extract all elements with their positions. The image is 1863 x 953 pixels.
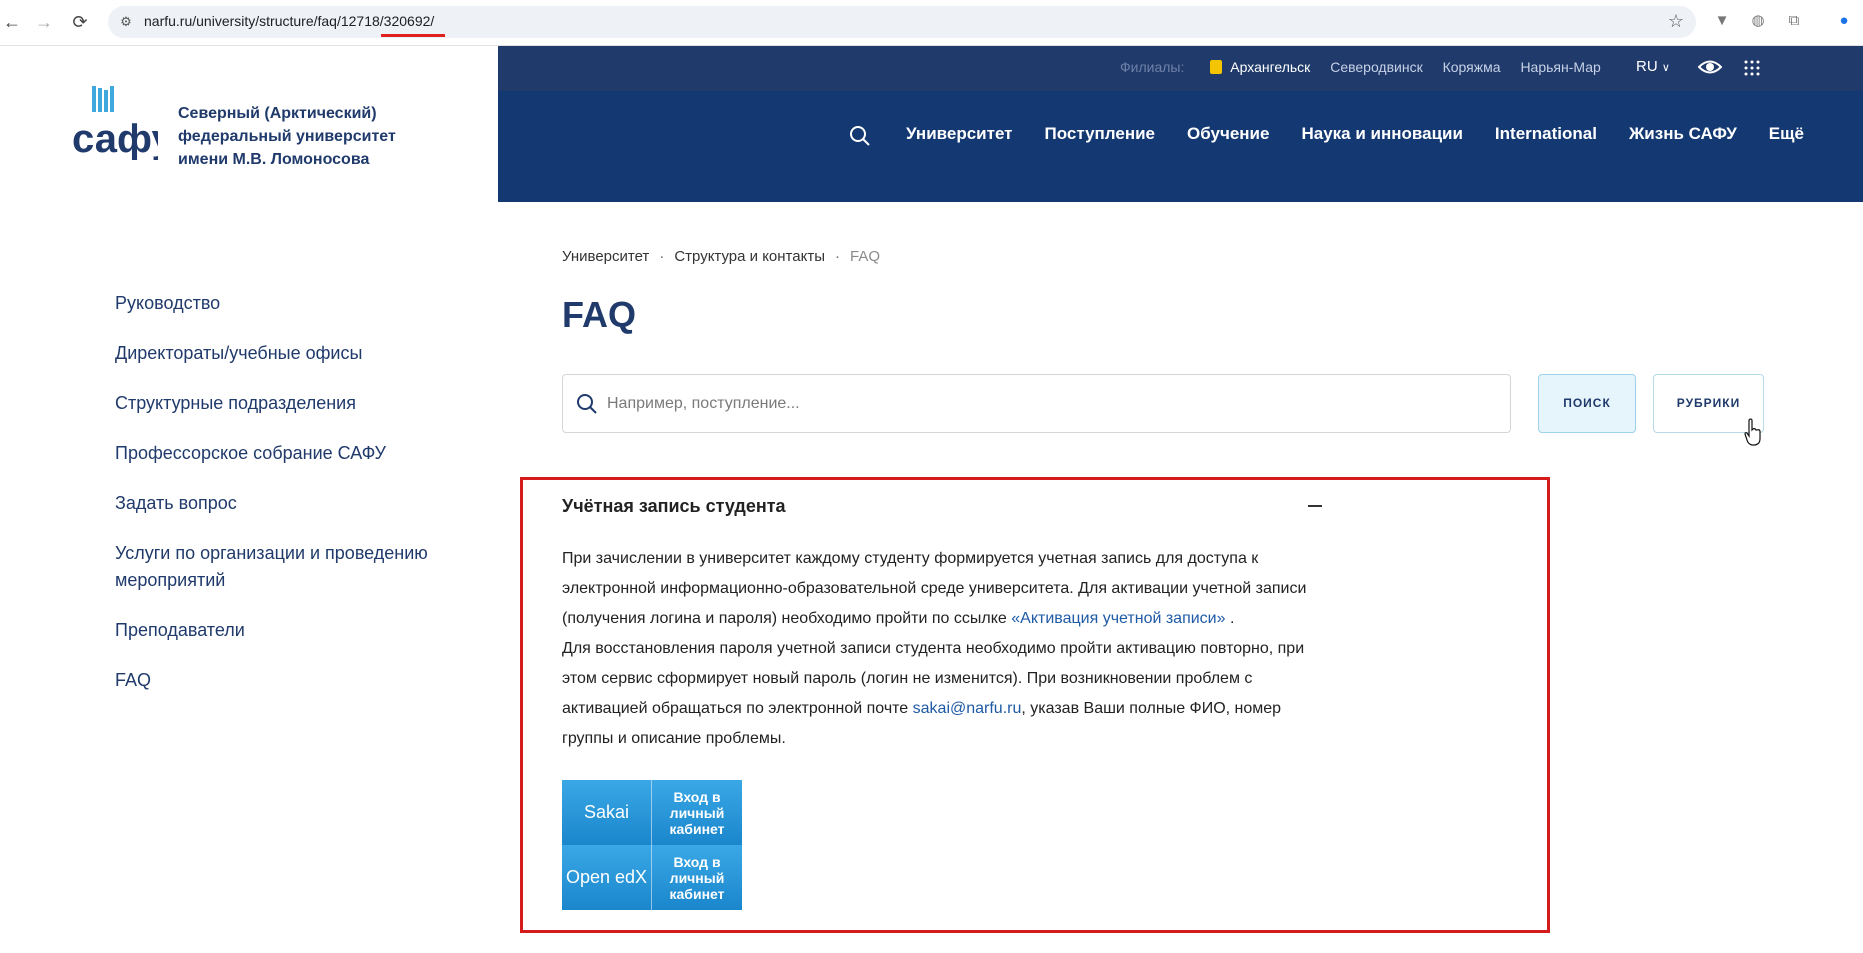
nav-admission[interactable]: Поступление <box>1045 124 1156 144</box>
translate-icon[interactable]: ◍ <box>1748 11 1768 31</box>
sakai-logo-text: Sakai <box>562 780 652 845</box>
extensions-puzzle-icon[interactable]: ⧉ <box>1784 11 1804 31</box>
nav-more[interactable]: Ещё <box>1769 124 1804 144</box>
sidebar-item-professors[interactable]: Профессорское собрание САФУ <box>115 440 455 467</box>
openedx-logo-text: Open edX <box>562 845 652 910</box>
sidebar-item-leadership[interactable]: Руководство <box>115 290 455 317</box>
nav-international[interactable]: International <box>1495 124 1597 144</box>
branches-strip: Филиалы: Архангельск Северодвинск Коряжм… <box>498 46 1863 91</box>
page-title: FAQ <box>562 294 637 335</box>
branch-koryazhma[interactable]: Коряжма <box>1443 59 1501 75</box>
main-navigation: Университет Поступление Обучение Наука и… <box>498 91 1863 202</box>
branch-naryan-mar[interactable]: Нарьян-Мар <box>1520 59 1600 75</box>
reload-icon[interactable]: ⟳ <box>68 10 92 34</box>
safu-logo[interactable]: сафу <box>72 86 158 160</box>
language-switcher[interactable]: RU ∨ <box>1636 58 1670 75</box>
sidebar-item-directorates[interactable]: Директораты/учебные офисы <box>115 340 455 367</box>
branch-severodvinsk[interactable]: Северодвинск <box>1330 59 1423 75</box>
sakai-login-label: Вход в личный кабинет <box>669 788 725 837</box>
faq-answer-text: При зачислении в университет каждому сту… <box>562 550 1307 747</box>
forward-icon[interactable]: → <box>32 10 56 34</box>
sidebar-item-faq[interactable]: FAQ <box>115 667 455 694</box>
sidebar-item-event-services[interactable]: Услуги по организации и проведению мероп… <box>115 540 455 594</box>
sakai-login-banner[interactable]: Sakai Вход в личный кабинет <box>562 780 742 845</box>
url-text[interactable]: narfu.ru/university/structure/faq/12718/… <box>144 13 434 29</box>
location-pin-icon <box>1210 60 1223 74</box>
site-info-icon[interactable]: ⚙ <box>116 12 136 32</box>
chevron-down-icon: ∨ <box>1661 62 1670 74</box>
url-annotation-underline <box>381 34 445 37</box>
search-button[interactable]: ПОИСК <box>1538 374 1636 433</box>
svg-text:сафу: сафу <box>72 117 158 160</box>
search-icon[interactable] <box>848 124 872 148</box>
nav-life[interactable]: Жизнь САФУ <box>1629 124 1737 144</box>
sidebar-item-ask-question[interactable]: Задать вопрос <box>115 490 455 517</box>
extension-icon[interactable]: ▼ <box>1712 11 1732 31</box>
branches-list: Филиалы: Архангельск Северодвинск Коряжм… <box>1120 59 1617 75</box>
collapse-minus-icon[interactable] <box>1308 505 1322 507</box>
brand-block: сафу Северный (Арктический) федеральный … <box>0 46 498 202</box>
faq-search-box <box>562 374 1511 433</box>
openedx-login-banner[interactable]: Open edX Вход в личный кабинет <box>562 845 742 910</box>
branch-arkhangelsk[interactable]: Архангельск <box>1210 59 1310 75</box>
sidebar-item-teachers[interactable]: Преподаватели <box>115 617 455 644</box>
bookmark-star-icon[interactable]: ☆ <box>1668 11 1684 32</box>
sidebar-item-divisions[interactable]: Структурные подразделения <box>115 390 455 417</box>
breadcrumb-structure[interactable]: Структура и контакты <box>674 248 825 265</box>
nav-education[interactable]: Обучение <box>1187 124 1269 144</box>
address-bar[interactable]: ⚙ narfu.ru/university/structure/faq/1271… <box>108 6 1696 38</box>
breadcrumb-current: FAQ <box>849 248 880 265</box>
sidebar-menu: Руководство Директораты/учебные офисы Ст… <box>115 290 455 717</box>
support-email-link[interactable]: sakai@narfu.ru <box>913 700 1022 717</box>
search-icon <box>577 394 597 414</box>
hand-cursor-icon <box>1744 418 1761 446</box>
breadcrumb-university[interactable]: Университет <box>562 248 649 265</box>
activation-link[interactable]: «Активация учетной записи» <box>1011 610 1225 627</box>
university-name[interactable]: Северный (Арктический) федеральный униве… <box>178 102 418 171</box>
faq-search-input[interactable] <box>607 385 1487 423</box>
nav-science[interactable]: Наука и инновации <box>1301 124 1462 144</box>
profile-icon[interactable]: ● <box>1834 11 1854 31</box>
faq-question-title[interactable]: Учётная запись студента <box>562 496 786 517</box>
openedx-login-label: Вход в личный кабинет <box>669 853 725 902</box>
breadcrumb: Университет · Структура и контакты · FAQ <box>562 248 880 265</box>
back-icon[interactable]: ← <box>0 10 24 34</box>
branches-label: Филиалы: <box>1120 59 1185 75</box>
nav-university[interactable]: Университет <box>906 124 1013 144</box>
apps-grid-icon[interactable] <box>1744 60 1760 76</box>
browser-toolbar: ← → ⟳ ⚙ narfu.ru/university/structure/fa… <box>0 0 1863 46</box>
accessibility-eye-icon[interactable] <box>1698 58 1722 76</box>
